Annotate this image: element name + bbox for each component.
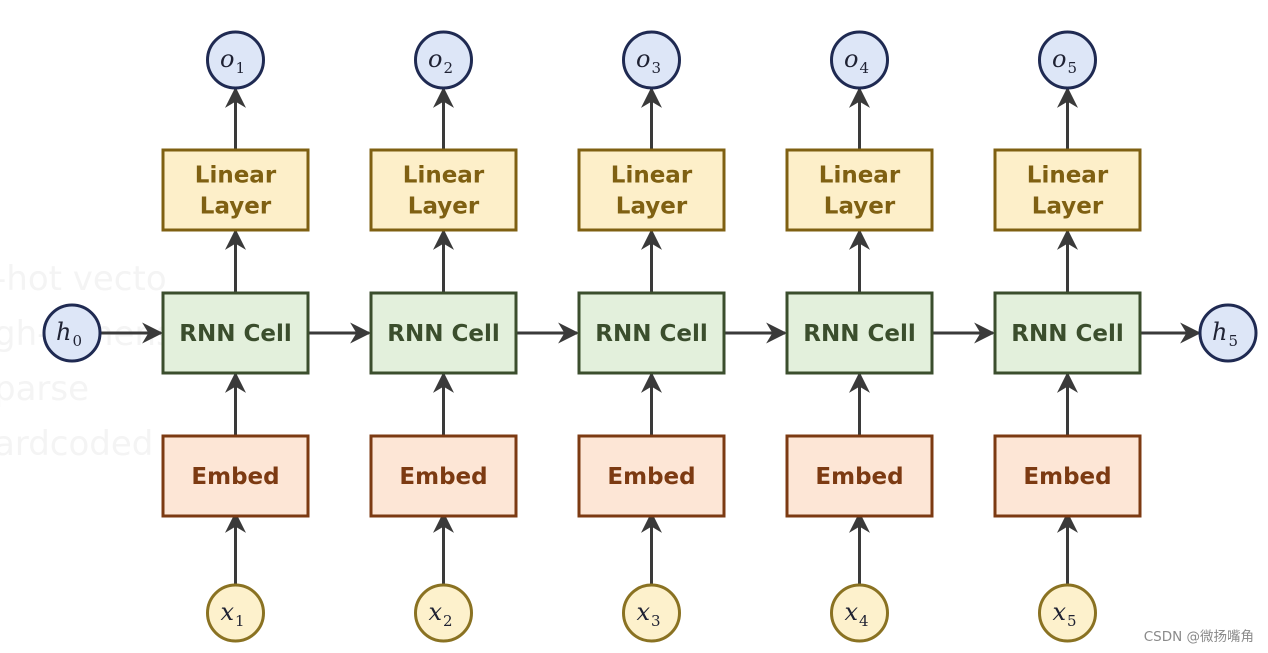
rnn-diagram: -hot vectogh-dimensparseardcoded h0Linea… [0,30,1258,643]
input-node-5-subscript: 5 [1067,612,1077,630]
background-ghost-text: -hot vectogh-dimensparseardcoded [0,259,174,464]
embed-1-label: Embed [191,464,279,490]
ghost-text: parse [0,369,89,409]
rnn-cell-3: RNN Cell [577,291,726,375]
input-node-3-subscript: 3 [651,612,661,630]
ghost-text: -hot vecto [0,259,167,299]
linear-layer-5-label: Layer [1032,194,1104,220]
input-node-4-subscript: 4 [859,612,869,630]
initial-hidden-node: h0 [42,303,102,363]
rnn-cell-2-label: RNN Cell [387,321,499,347]
linear-layer-5-label: Linear [1027,163,1109,189]
output-node-3-subscript: 3 [651,59,661,77]
linear-layer-2-label: Layer [408,194,480,220]
final-hidden-node: h5 [1198,303,1258,363]
output-node-5: o5 [1038,30,1097,90]
linear-layer-1-label: Layer [200,194,272,220]
watermark: CSDN @微扬嘴角 [1143,629,1254,645]
rnn-cell-4: RNN Cell [785,291,934,375]
input-node-1: x1 [206,583,265,643]
linear-layer-2-label: Linear [403,163,485,189]
embed-3: Embed [577,434,726,518]
input-node-4: x4 [830,583,889,643]
linear-layer-1: Linear Layer [161,148,310,232]
output-node-2-subscript: 2 [443,59,453,77]
initial-hidden-node-subscript: 0 [72,332,82,350]
linear-layer-4-label: Layer [824,194,896,220]
output-node-1-subscript: 1 [235,59,245,77]
rnn-cell-2: RNN Cell [369,291,518,375]
linear-layer-5: Linear Layer [993,148,1142,232]
input-node-2-subscript: 2 [443,612,453,630]
embed-5: Embed [993,434,1142,518]
rnn-cell-1: RNN Cell [161,291,310,375]
linear-layer-1-label: Linear [195,163,277,189]
rnn-cell-1-label: RNN Cell [179,321,291,347]
rnn-cell-5: RNN Cell [993,291,1142,375]
input-node-2: x2 [414,583,473,643]
linear-layer-3-label: Linear [611,163,693,189]
linear-layer-2: Linear Layer [369,148,518,232]
embed-3-label: Embed [607,464,695,490]
output-node-4-subscript: 4 [859,59,869,77]
linear-layer-3: Linear Layer [577,148,726,232]
input-node-5: x5 [1038,583,1097,643]
rnn-cell-4-label: RNN Cell [803,321,915,347]
embed-5-label: Embed [1023,464,1111,490]
final-hidden-node-subscript: 5 [1228,332,1238,350]
embed-4-label: Embed [815,464,903,490]
output-node-3: o3 [622,30,681,90]
linear-layer-3-label: Layer [616,194,688,220]
output-node-2: o2 [414,30,473,90]
output-node-1: o1 [206,30,265,90]
embed-1: Embed [161,434,310,518]
output-node-4: o4 [830,30,889,90]
embed-2-label: Embed [399,464,487,490]
rnn-cell-5-label: RNN Cell [1011,321,1123,347]
ghost-text: ardcoded [0,424,153,464]
input-node-1-subscript: 1 [235,612,245,630]
linear-layer-4: Linear Layer [785,148,934,232]
rnn-cell-3-label: RNN Cell [595,321,707,347]
linear-layer-4-label: Linear [819,163,901,189]
embed-2: Embed [369,434,518,518]
output-node-5-subscript: 5 [1067,59,1077,77]
embed-4: Embed [785,434,934,518]
input-node-3: x3 [622,583,681,643]
